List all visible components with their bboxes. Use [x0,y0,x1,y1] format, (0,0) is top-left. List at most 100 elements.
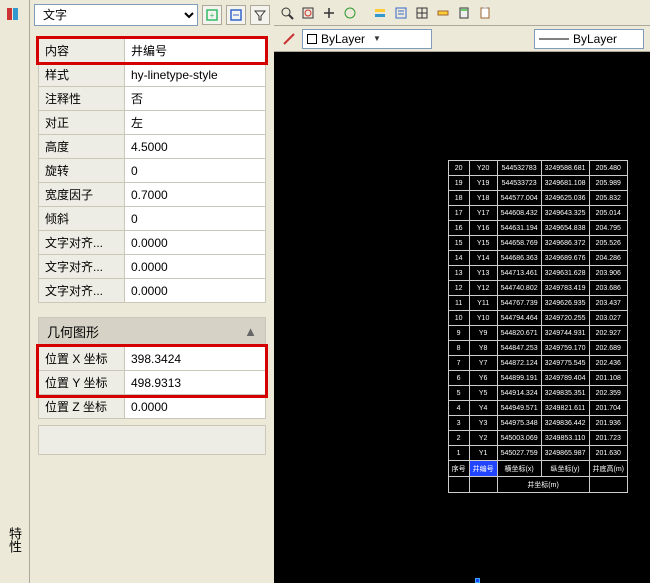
paste-icon[interactable] [476,4,494,22]
table-cell: Y6 [469,371,497,386]
table-cell: Y13 [469,266,497,281]
table-cell: 201.630 [589,446,628,461]
table-cell: 544740.802 [497,281,541,296]
table-cell: 544975.348 [497,416,541,431]
prop-label: 位置 Z 坐标 [39,395,125,419]
content-row-highlight: 内容 井编号 [38,38,266,63]
table-cell: 7 [448,356,469,371]
table-cell: Y17 [469,206,497,221]
prop-value[interactable]: 0.0000 [125,255,266,279]
properties-icon[interactable] [392,4,410,22]
table-cell: Y3 [469,416,497,431]
table-cell: 544577.004 [497,191,541,206]
table-cell: 544899.191 [497,371,541,386]
table-header-cell: 井底高(m) [589,461,628,477]
table-cell: Y18 [469,191,497,206]
color-select[interactable]: ByLayer ▼ [302,29,432,49]
zoom-window-icon[interactable] [299,4,317,22]
table-cell: Y8 [469,341,497,356]
prop-value-content[interactable]: 井编号 [125,39,266,63]
table-cell: 2 [448,431,469,446]
table-cell: 201.704 [589,401,628,416]
table-cell: 3249865.987 [541,446,589,461]
prop-label: 旋转 [39,159,125,183]
layers-icon[interactable] [371,4,389,22]
table-cell: 20 [448,161,469,176]
table-cell: 3249783.419 [541,281,589,296]
pan-icon[interactable] [320,4,338,22]
table-header-cell: 井编号 [469,461,497,477]
zoom-icon[interactable] [278,4,296,22]
linetype-select[interactable]: ByLayer [534,29,644,49]
table-icon[interactable] [413,4,431,22]
table-cell: 544914.324 [497,386,541,401]
table-row: 17Y17544608.4323249643.325205.014 [448,206,627,221]
properties-panel: 文字 + 内容 井编号 样式hy-linetype-style 注释性否 [30,0,274,583]
table-cell: 544608.432 [497,206,541,221]
object-type-select[interactable]: 文字 [34,4,198,26]
prop-value[interactable]: 否 [125,87,266,111]
prop-value[interactable]: 0.7000 [125,183,266,207]
prop-value-pos-z[interactable]: 0.0000 [125,395,266,419]
prop-value[interactable]: 0.0000 [125,231,266,255]
prop-value[interactable]: 左 [125,111,266,135]
prop-value[interactable]: 4.5000 [125,135,266,159]
table-cell: Y20 [469,161,497,176]
table-cell: 203.437 [589,296,628,311]
table-cell: 202.359 [589,386,628,401]
table-cell: 544847.253 [497,341,541,356]
table-cell: Y15 [469,236,497,251]
prop-value[interactable]: hy-linetype-style [125,63,266,87]
prop-label: 注释性 [39,87,125,111]
table-cell [469,477,497,493]
table-row: 7Y7544872.1243249775.545202.436 [448,356,627,371]
prop-value-pos-x[interactable]: 398.3424 [125,347,266,371]
select-objects-button[interactable]: + [202,5,222,25]
table-row: 19Y195445337233249681.108205.989 [448,176,627,191]
table-row: 5Y5544914.3243249835.351202.359 [448,386,627,401]
table-cell: 12 [448,281,469,296]
table-cell: 205.014 [589,206,628,221]
orbit-icon[interactable] [341,4,359,22]
prop-label: 文字对齐... [39,279,125,303]
section-title: 几何图形 [47,322,99,341]
table-cell [448,477,469,493]
table-row: 13Y13544713.4613249631.628203.906 [448,266,627,281]
prop-label: 文字对齐... [39,231,125,255]
filter-button[interactable] [250,5,270,25]
chevron-down-icon: ▼ [373,34,381,43]
table-cell: 3249643.325 [541,206,589,221]
table-cell: 6 [448,371,469,386]
table-cell: Y1 [469,446,497,461]
table-cell: 544794.464 [497,311,541,326]
selection-grip[interactable] [475,578,480,583]
table-cell: 202.927 [589,326,628,341]
calculator-icon[interactable] [455,4,473,22]
table-cell: Y7 [469,356,497,371]
table-row: 16Y16544631.1943249654.838204.795 [448,221,627,236]
svg-text:+: + [210,11,215,20]
prop-value[interactable]: 0.0000 [125,279,266,303]
table-cell: Y11 [469,296,497,311]
table-row: 2Y2545003.0693249853.110201.723 [448,431,627,446]
prop-value-pos-y[interactable]: 498.9313 [125,371,266,395]
section-header-geometry[interactable]: 几何图形 ▲ [38,317,266,346]
prop-value[interactable]: 0 [125,159,266,183]
table-cell: 3249835.351 [541,386,589,401]
table-cell: 204.795 [589,221,628,236]
table-cell: 3249836.442 [541,416,589,431]
table-cell: 3249689.676 [541,251,589,266]
table-cell: 544949.571 [497,401,541,416]
prop-value[interactable]: 0 [125,207,266,231]
table-cell: 201.936 [589,416,628,431]
linecolor-icon[interactable] [280,30,298,48]
geometry-properties-table: 位置 X 坐标398.3424 位置 Y 坐标498.9313 位置 Z 坐标0… [38,346,266,419]
table-row: 8Y8544847.2533249759.170202.689 [448,341,627,356]
paint-icon[interactable] [5,6,25,26]
ruler-icon[interactable] [434,4,452,22]
drawing-canvas[interactable]: 20Y205445327833249588.681205.48019Y19544… [274,52,650,583]
quick-select-button[interactable] [226,5,246,25]
table-cell: 1 [448,446,469,461]
table-row: 9Y9544820.6713249744.931202.927 [448,326,627,341]
table-cell: 201.723 [589,431,628,446]
